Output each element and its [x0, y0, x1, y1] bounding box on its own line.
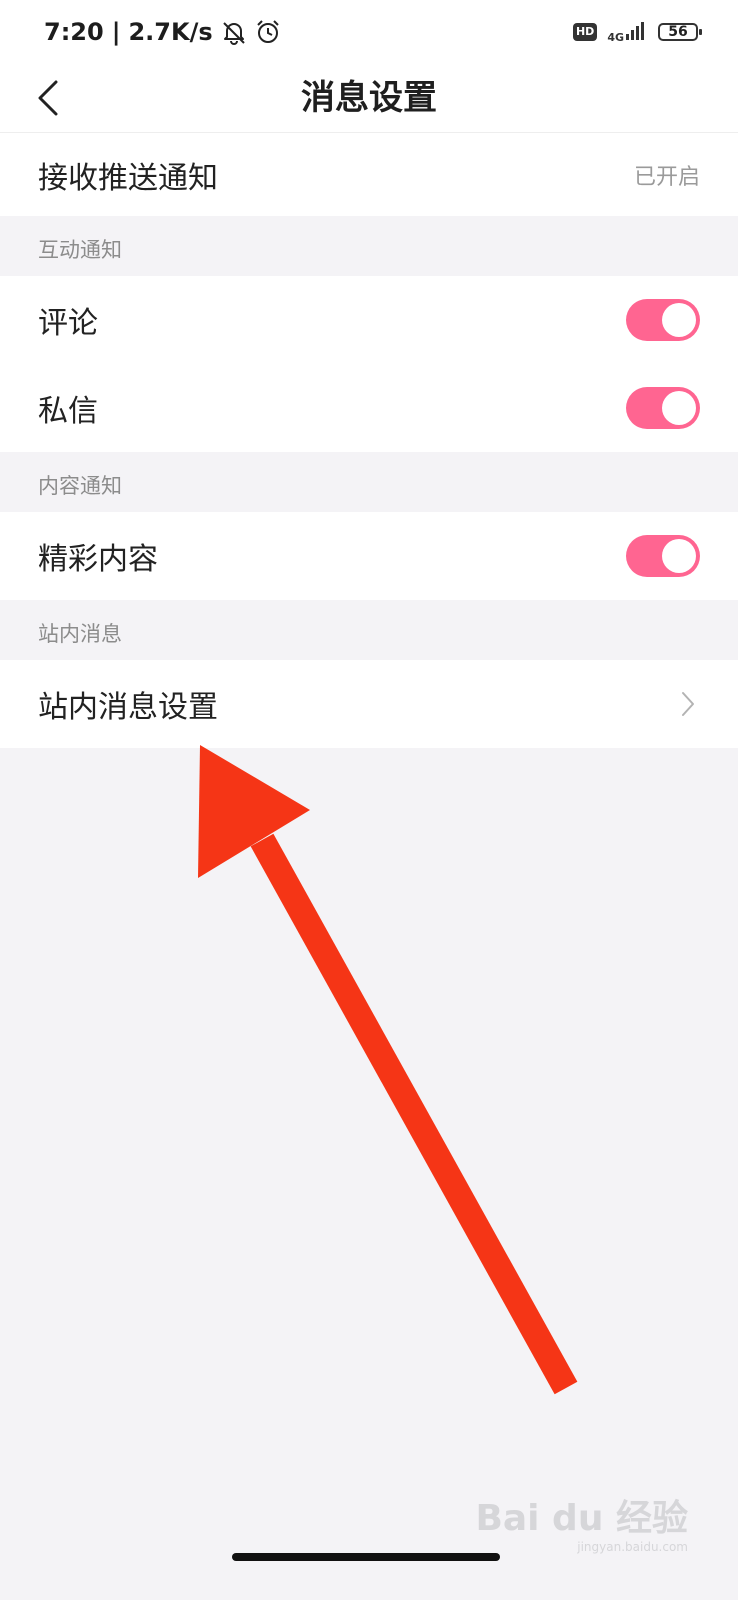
signal-icon: [626, 20, 648, 44]
status-separator: |: [111, 18, 121, 46]
station-message-settings-row[interactable]: 站内消息设置: [0, 660, 738, 748]
section-header-station: 站内消息: [38, 622, 122, 646]
alarm-clock-icon: [255, 19, 281, 45]
comment-row: 评论: [0, 276, 738, 364]
push-notification-row[interactable]: 接收推送通知 已开启: [0, 133, 738, 216]
dm-row: 私信: [0, 364, 738, 452]
baidu-watermark: Bai du 经验: [475, 1498, 688, 1539]
toggle-knob: [662, 303, 696, 337]
push-notification-status: 已开启: [633, 164, 700, 190]
station-message-settings-label: 站内消息设置: [38, 690, 218, 725]
baidu-watermark-url: jingyan.baidu.com: [577, 1540, 688, 1554]
section-header-interaction: 互动通知: [38, 238, 122, 262]
battery-level: 56: [668, 24, 688, 40]
comment-label: 评论: [38, 306, 98, 341]
dm-label: 私信: [38, 394, 98, 429]
featured-content-toggle[interactable]: [626, 535, 700, 577]
dm-toggle[interactable]: [626, 387, 700, 429]
chevron-right-icon: [680, 689, 700, 719]
toggle-knob: [662, 391, 696, 425]
status-time: 7:20: [44, 18, 104, 46]
toggle-knob: [662, 539, 696, 573]
page-title: 消息设置: [301, 78, 437, 118]
battery-icon: 56: [658, 23, 702, 41]
status-net-speed: 2.7K/s: [128, 18, 213, 46]
home-indicator[interactable]: [232, 1553, 500, 1561]
section-header-content: 内容通知: [38, 474, 122, 498]
featured-content-row: 精彩内容: [0, 512, 738, 600]
nav-bar: 消息设置: [0, 64, 738, 133]
push-notification-label: 接收推送通知: [38, 160, 218, 196]
status-bar: 7:20 | 2.7K/s HD 4G 56: [0, 0, 738, 64]
bell-off-icon: [221, 19, 247, 45]
network-label: 4G: [607, 31, 624, 44]
status-left: 7:20 | 2.7K/s: [44, 18, 281, 46]
featured-content-label: 精彩内容: [38, 542, 158, 577]
status-right: HD 4G 56: [572, 20, 702, 44]
comment-toggle[interactable]: [626, 299, 700, 341]
hd-badge: HD: [572, 23, 598, 41]
